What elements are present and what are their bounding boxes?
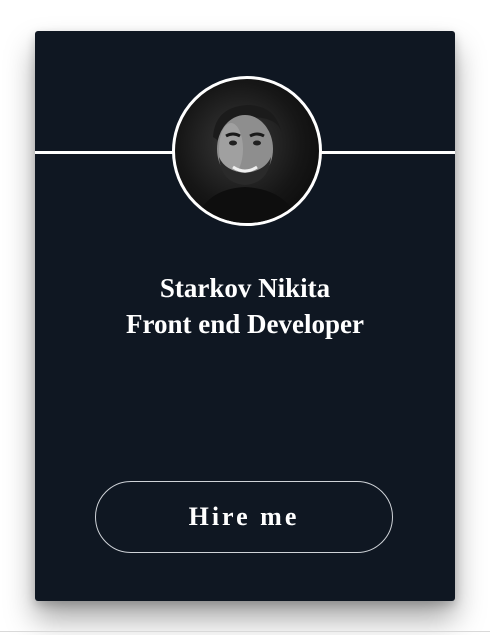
profile-photo-icon — [195, 105, 299, 223]
profile-name: Starkov Nikita — [159, 273, 331, 303]
avatar — [172, 76, 322, 226]
hire-me-button[interactable]: Hire me — [95, 481, 393, 553]
divider-right — [315, 151, 455, 154]
profile-role: Front end Developer — [126, 309, 364, 339]
divider-left — [35, 151, 175, 154]
bottom-rule — [0, 631, 490, 632]
page: Starkov Nikita Front end Developer Hire … — [0, 0, 490, 635]
profile-card: Starkov Nikita Front end Developer Hire … — [35, 31, 455, 601]
